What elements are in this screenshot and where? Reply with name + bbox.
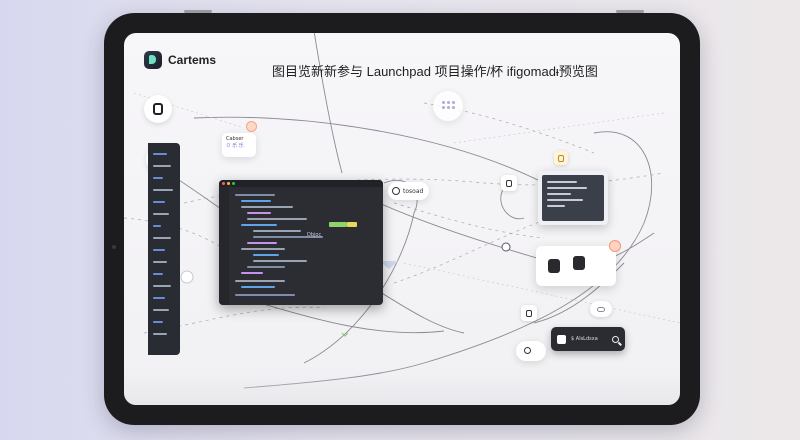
cloud-node-icon[interactable] xyxy=(590,301,612,317)
device-badge-icon xyxy=(609,240,621,252)
magnifier-icon xyxy=(612,335,619,343)
launch-app-label: $ AlsLdsxa xyxy=(571,336,598,342)
editor-highlight-yellow xyxy=(347,222,357,227)
brand-name: Cartems xyxy=(168,53,217,67)
code-editor-window[interactable]: Dbjoc xyxy=(219,180,383,305)
status-chip-icon xyxy=(392,187,400,195)
sidebar-item-document[interactable] xyxy=(144,95,172,123)
editor-gutter xyxy=(219,187,229,305)
editor-titlebar xyxy=(219,180,383,187)
device-key-icon xyxy=(548,259,560,273)
clip-node-icon[interactable] xyxy=(521,305,537,321)
note-card[interactable]: Cabser ㅁ 乐 乐 xyxy=(222,133,256,157)
note-badge-icon xyxy=(246,121,257,132)
code-panel-strip xyxy=(148,143,180,355)
power-button xyxy=(616,10,644,13)
launch-app-button[interactable]: $ AlsLdsxa xyxy=(551,327,625,351)
editor-highlight-green xyxy=(329,222,347,227)
search-icon xyxy=(524,347,531,354)
status-chip[interactable]: tosoad xyxy=(388,182,430,200)
brand-logo-icon xyxy=(144,51,162,69)
device-key-icon xyxy=(573,256,585,270)
bottom-fade xyxy=(124,373,680,405)
search-chip[interactable] xyxy=(516,341,546,361)
status-chip-label: tosoad xyxy=(403,187,424,195)
camera-dot xyxy=(112,245,116,249)
lock-node-icon[interactable] xyxy=(554,151,568,165)
device-node[interactable] xyxy=(536,240,621,286)
monitor-node[interactable] xyxy=(538,171,608,225)
note-card-body: ㅁ 乐 乐 xyxy=(226,143,244,149)
monitor-screen xyxy=(542,175,604,221)
app-logo-icon xyxy=(557,334,566,344)
tablet-screen: Cartems 图目览新新参与 Launchpad 项目操作/杯 ifigoma… xyxy=(124,33,680,405)
note-card-title: Cabser xyxy=(226,136,244,142)
brand[interactable]: Cartems xyxy=(144,51,216,69)
chat-bubble-icon[interactable] xyxy=(433,91,463,121)
volume-button xyxy=(184,10,212,13)
document-icon xyxy=(153,103,163,115)
link-node-icon[interactable] xyxy=(501,175,517,191)
editor-label: Dbjoc xyxy=(307,232,322,238)
page-title: 图目览新新参与 Launchpad 项目操作/杯 ifigomadᵻ预览图 xyxy=(272,64,598,79)
